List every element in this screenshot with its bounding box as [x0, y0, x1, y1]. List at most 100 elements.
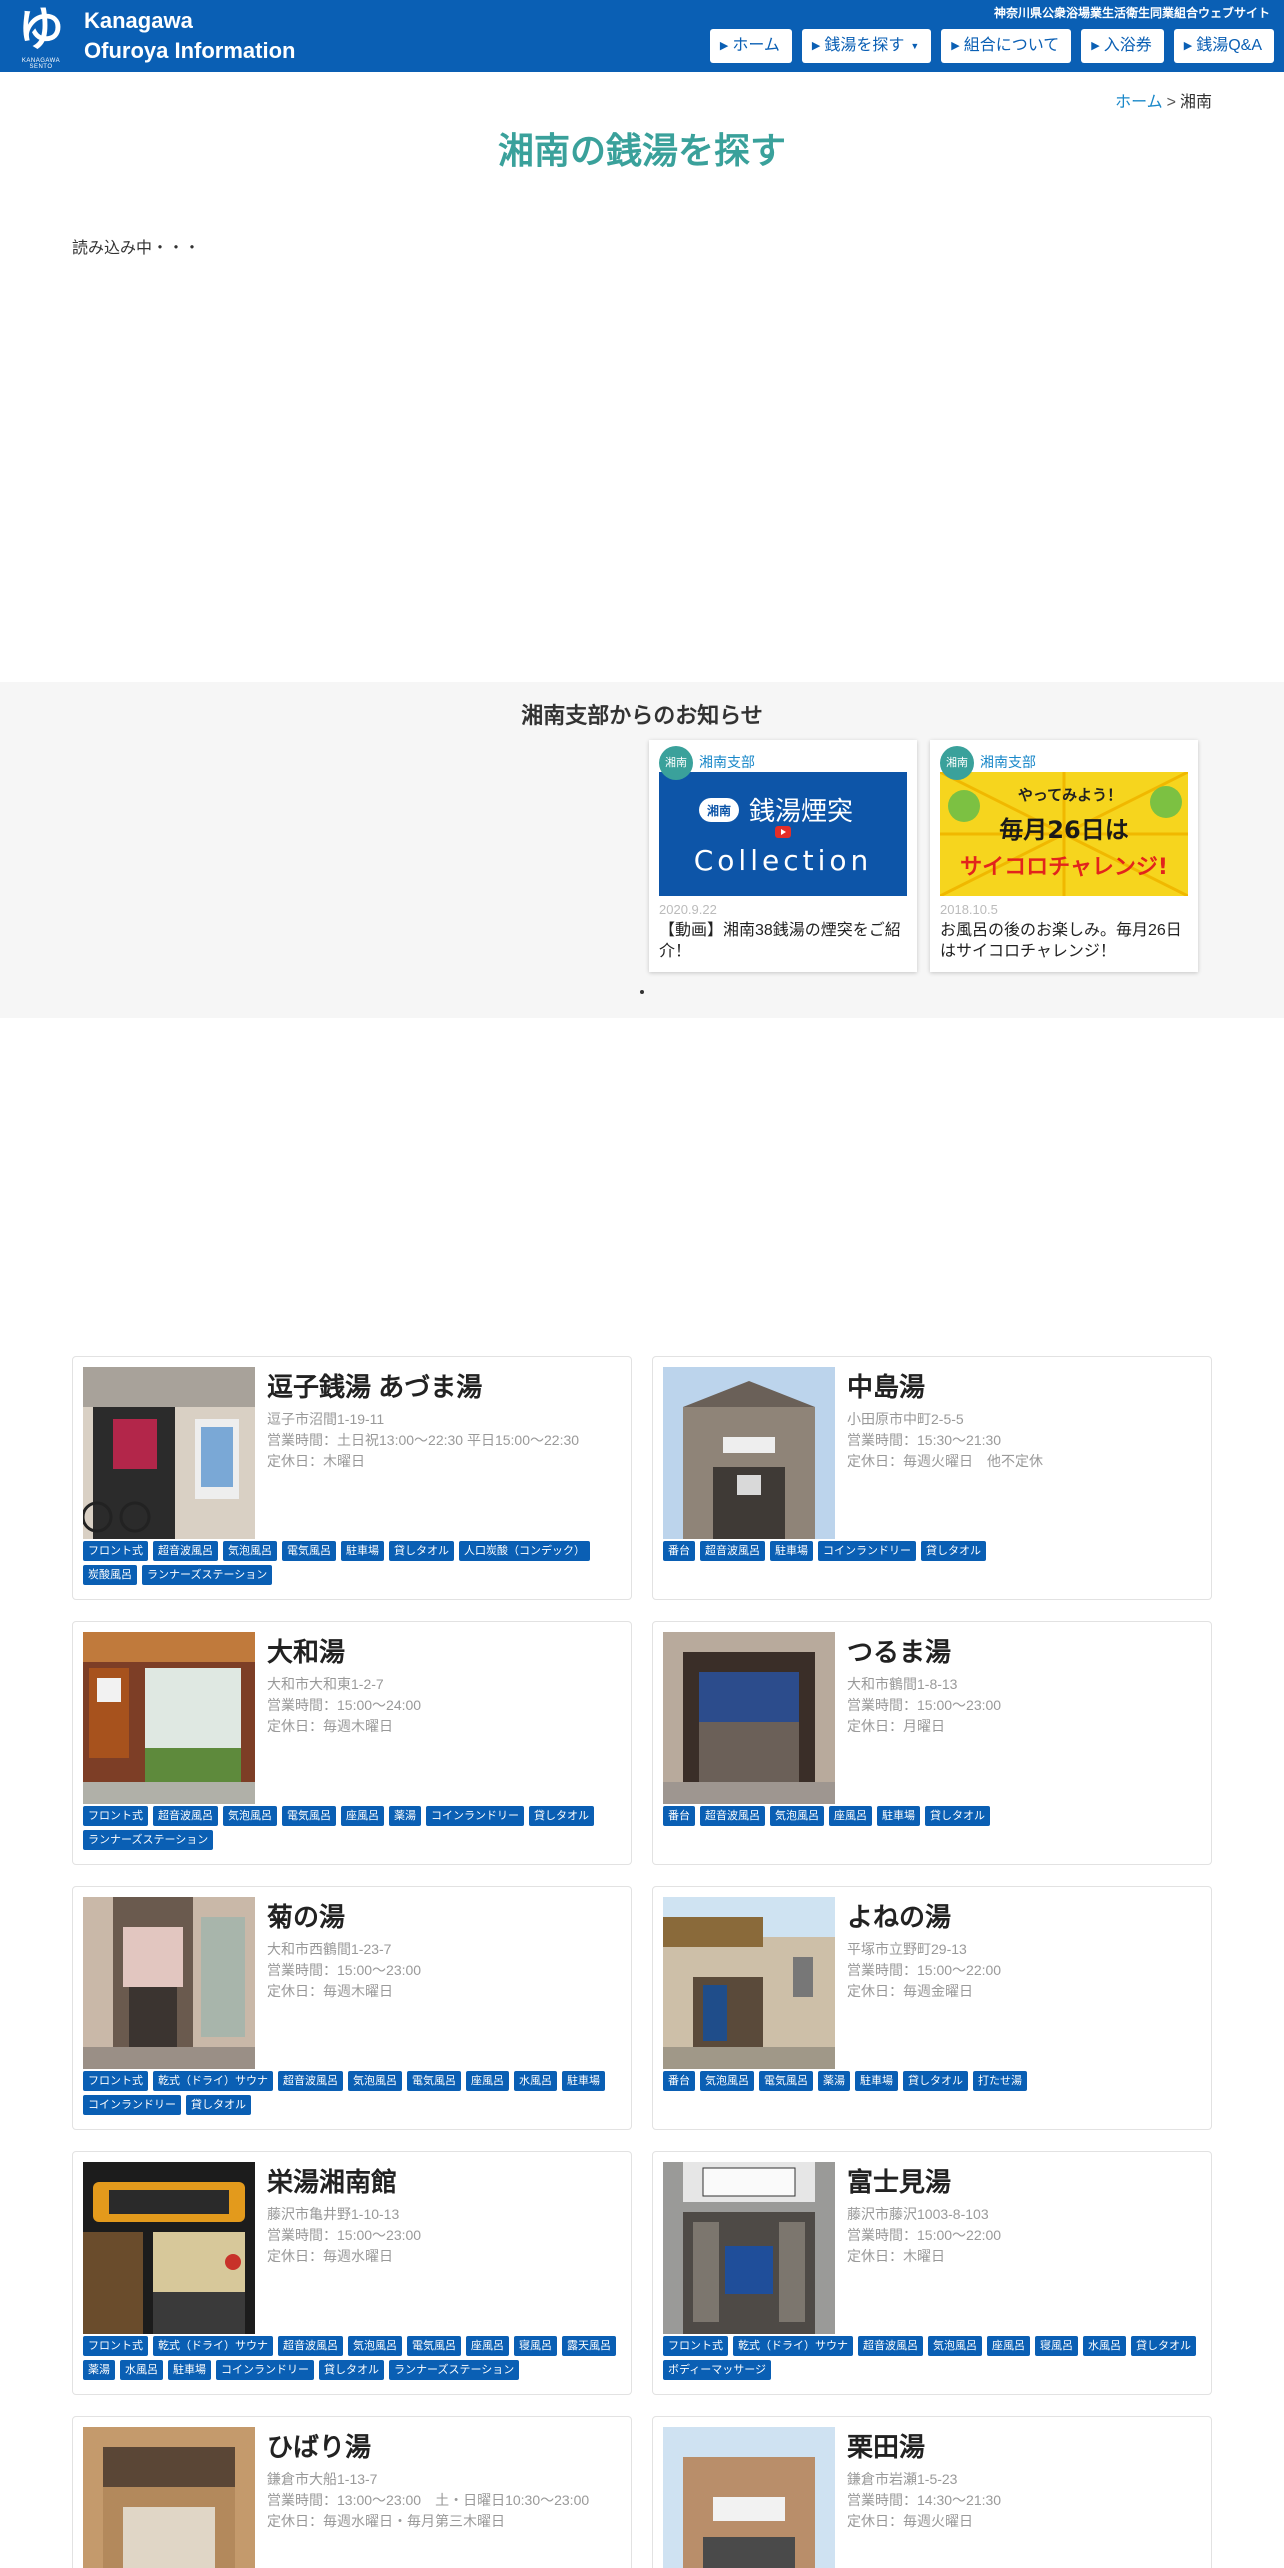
sento-name[interactable]: 大和湯 — [267, 1632, 345, 1669]
sento-photo[interactable] — [663, 1632, 835, 1804]
sento-name[interactable]: 中島湯 — [847, 1367, 925, 1404]
site-tagline: 神奈川県公衆浴場業生活衛生同業組合ウェブサイト — [993, 6, 1270, 20]
sento-closed: 定休日：毎週金曜日 — [847, 1983, 973, 1999]
site-title[interactable]: Kanagawa Ofuroya Information — [84, 6, 295, 66]
sento-hours: 営業時間：15:00〜23:00 — [847, 1697, 1002, 1713]
sento-photo[interactable] — [663, 1367, 835, 1539]
news-card[interactable]: 湘南 銭湯煙突 Collection 湘南 湘南支部 2020.9.22 【動画… — [649, 740, 917, 972]
news-thumbnail: 湘南 銭湯煙突 Collection — [659, 772, 907, 896]
logo-subtext: KANAGAWA SENTO — [21, 58, 61, 70]
caret-right-icon: ▶ — [719, 40, 729, 52]
sento-info: 逗子市沼間1-19-11 営業時間：土日祝13:00～22:30 平日15:00～… — [267, 1409, 579, 1472]
sento-photo[interactable] — [83, 2162, 255, 2334]
facility-tag: 座風呂 — [466, 2336, 509, 2356]
sento-card[interactable]: 逗子銭湯 あづま湯逗子市沼間1-19-11 営業時間：土日祝13:00～22:30… — [72, 1356, 632, 1600]
sento-closed: 定休日：毎週木曜日 — [267, 1718, 393, 1734]
sento-closed: 定休日：毎週水曜日・毎月第三木曜日 — [267, 2513, 505, 2529]
nav-about-button[interactable]: ▶ 組合について — [941, 29, 1072, 63]
facility-tag: 駐車場 — [562, 2071, 605, 2091]
sento-name[interactable]: ひばり湯 — [267, 2427, 371, 2464]
sento-name[interactable]: 逗子銭湯 あづま湯 — [267, 1367, 482, 1404]
breadcrumb-current: 湘南 — [1179, 94, 1212, 111]
sento-card[interactable]: つるま湯 大和市鶴間1-8-13 営業時間：15:00〜23:00 定休日：月曜日 番台… — [652, 1621, 1212, 1865]
facility-tag: 貸しタオル — [389, 1541, 454, 1561]
facility-tag: コインランドリー — [818, 1541, 916, 1561]
facility-tag: 気泡風呂 — [928, 2336, 982, 2356]
sento-info: 大和市西鶴間1-23-7 営業時間：15:00〜23:00 定休日：毎週木曜日 — [267, 1939, 421, 2002]
carousel-dot[interactable] — [640, 990, 644, 994]
facility-tag: 駐車場 — [168, 2360, 211, 2380]
sento-photo[interactable] — [663, 2162, 835, 2334]
facility-tag: 気泡風呂 — [223, 1541, 277, 1561]
sento-photo[interactable] — [83, 1897, 255, 2069]
sento-card[interactable]: よねの湯 平塚市立野町29-13 営業時間：15:00〜22:00 定休日：毎週金曜日… — [652, 1886, 1212, 2130]
news-headline[interactable]: お風呂の後のお楽しみ。毎月26日はサイコロチャレンジ！ — [940, 920, 1190, 962]
nav-qa-button[interactable]: ▶ 銭湯Q&A — [1173, 29, 1274, 63]
sento-photo[interactable] — [83, 1367, 255, 1539]
facility-tag: ランナーズステーション — [83, 1830, 214, 1850]
sento-name[interactable]: 栄湯湘南館 — [267, 2162, 397, 2199]
sento-address: 鎌倉市岩瀬1-5-23 — [847, 2471, 958, 2487]
facility-tags: フロント式 乾式（ドライ）サウナ 超音波風呂 気泡風呂 座風呂 寝風呂 水風呂 貸しタオル ボデ… — [663, 2336, 1203, 2380]
sento-photo[interactable] — [663, 1897, 835, 2069]
sento-closed: 定休日：月曜日 — [847, 1718, 945, 1734]
facility-tag: 気泡風呂 — [348, 2071, 402, 2091]
breadcrumb-home-link[interactable]: ホーム — [1115, 94, 1163, 111]
branch-badge: 湘南 — [940, 746, 974, 780]
sento-card[interactable]: 栗田湯 鎌倉市岩瀬1-5-23 営業時間：14:30〜21:30 定休日：毎週火曜日 — [652, 2416, 1212, 2568]
sento-hours: 営業時間：15:00〜23:00 — [267, 1962, 422, 1978]
news-thumb-subtitle: サイコロチャレンジ! — [960, 855, 1168, 880]
sento-card[interactable]: 大和湯大和市大和東1-2-7 営業時間：15:00〜24:00 定休日：毎週木曜日フ… — [72, 1621, 632, 1865]
sento-closed: 定休日：木曜日 — [847, 2248, 945, 2264]
sento-card[interactable]: 菊の湯大和市西鶴間1-23-7 営業時間：15:00〜23:00 定休日：毎週木曜日… — [72, 1886, 632, 2130]
facility-tags: フロント式 乾式（ドライ）サウナ 超音波風呂 気泡風呂 電気風呂 座風呂 寝風呂 露天風呂 薬湯… — [83, 2336, 623, 2380]
sento-card[interactable]: 中島湯 小田原市中町2-5-5 営業時間：15:30〜21:30 定休日：毎週火曜日 … — [652, 1356, 1212, 1600]
site-header: ゆ KANAGAWA SENTO Kanagawa Ofuroya Inform… — [0, 0, 1284, 72]
news-branch-link[interactable]: 湘南支部 — [699, 752, 755, 772]
facility-tag: 駐車場 — [877, 1806, 920, 1826]
facility-tag: 電気風呂 — [282, 1541, 336, 1561]
sento-name[interactable]: 菊の湯 — [267, 1897, 345, 1934]
sento-address: 藤沢市亀井野1-10-13 — [267, 2206, 400, 2222]
sento-photo[interactable] — [663, 2427, 835, 2568]
breadcrumb-separator: > — [1166, 94, 1176, 111]
sento-card[interactable]: 富士見湯 藤沢市藤沢1003-8-103 営業時間：15:00〜22:00 定休日：木… — [652, 2151, 1212, 2395]
facility-tags: 番台 気泡風呂 電気風呂 薬湯 駐車場 貸しタオル 打たせ湯 — [663, 2071, 1203, 2091]
facility-tag: 乾式（ドライ）サウナ — [153, 2336, 273, 2356]
facility-tag: 超音波風呂 — [153, 1806, 218, 1826]
facility-tag: 貸しタオル — [319, 2360, 384, 2380]
news-headline[interactable]: 【動画】湘南38銭湯の煙突をご紹介！ — [659, 920, 909, 962]
facility-tags: フロント式 超音波風呂 気泡風呂 電気風呂 座風呂 薬湯 コインランドリー 貸しタオル ランナー… — [83, 1806, 623, 1850]
nav-home-button[interactable]: ▶ ホーム — [709, 29, 792, 63]
sento-photo[interactable] — [83, 2427, 255, 2568]
facility-tag: 貸しタオル — [1131, 2336, 1196, 2356]
caret-right-icon: ▶ — [951, 40, 960, 52]
nav-search-button[interactable]: ▶ 銭湯を探す ▼ — [801, 29, 932, 63]
facility-tag: フロント式 — [83, 2336, 148, 2356]
sento-closed: 定休日：木曜日 — [267, 1453, 365, 1469]
sento-name[interactable]: よねの湯 — [847, 1897, 951, 1934]
sento-name[interactable]: 栗田湯 — [847, 2427, 925, 2464]
news-branch-link[interactable]: 湘南支部 — [980, 752, 1036, 772]
sento-info: 大和市大和東1-2-7 営業時間：15:00〜24:00 定休日：毎週木曜日 — [267, 1674, 421, 1737]
sento-name[interactable]: 富士見湯 — [847, 2162, 951, 2199]
site-logo[interactable]: ゆ KANAGAWA SENTO — [12, 4, 70, 70]
facility-tag: フロント式 — [83, 1806, 148, 1826]
sento-card[interactable]: ひばり湯 鎌倉市大船1-13-7 営業時間：13:00〜23:00 土・日曜日10:… — [72, 2416, 632, 2568]
sento-name[interactable]: つるま湯 — [847, 1632, 951, 1669]
facility-tag: 超音波風呂 — [278, 2336, 343, 2356]
facility-tag: 水風呂 — [514, 2071, 557, 2091]
sento-card[interactable]: 栄湯湘南館 藤沢市亀井野1-10-13 営業時間：15:00〜23:00 定休日：毎週… — [72, 2151, 632, 2395]
sento-photo[interactable] — [83, 1632, 255, 1804]
facility-tag: 水風呂 — [120, 2360, 163, 2380]
facility-tag: 駐車場 — [341, 1541, 384, 1561]
facility-tag: 貸しタオル — [921, 1541, 986, 1561]
sento-closed: 定休日：毎週火曜日 他不定休 — [847, 1453, 1043, 1469]
facility-tags: フロント式 超音波風呂 気泡風呂 電気風呂 駐車場 貸しタオル 人口炭酸（コンデック） 炭酸風… — [83, 1541, 623, 1585]
facility-tag: 乾式（ドライ）サウナ — [153, 2071, 273, 2091]
sento-hours: 営業時間：15:30〜21:30 — [847, 1432, 1002, 1448]
news-card[interactable]: やってみよう！ 毎月26日は サイコロチャレンジ! 湘南 湘南支部 2018.1… — [930, 740, 1198, 972]
nav-ticket-button[interactable]: ▶ 入浴券 — [1081, 29, 1164, 63]
facility-tag: 電気風呂 — [759, 2071, 813, 2091]
facility-tag: 超音波風呂 — [858, 2336, 923, 2356]
